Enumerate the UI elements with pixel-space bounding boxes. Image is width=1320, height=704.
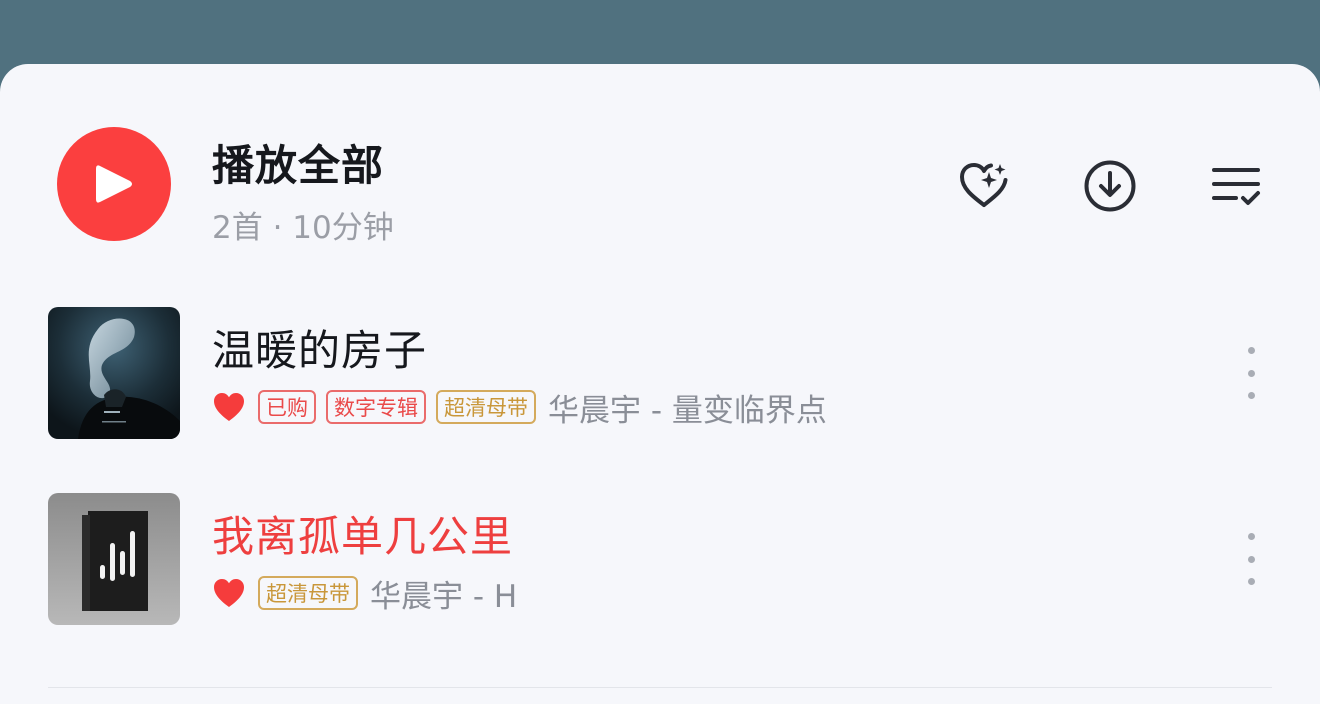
- purchased-badge: 已购: [258, 390, 316, 424]
- multi-select-button[interactable]: [1208, 158, 1264, 214]
- song-title: 温暖的房子: [212, 326, 428, 375]
- artist-album: 华晨宇 - 量变临界点: [548, 392, 827, 429]
- song-meta: 超清母带 华晨宇 - H: [212, 573, 518, 615]
- master-quality-badge: 超清母带: [258, 576, 358, 610]
- play-all-title[interactable]: 播放全部: [212, 132, 384, 193]
- song-title-playing: 我离孤单几公里: [212, 512, 514, 561]
- heart-icon[interactable]: [212, 391, 246, 423]
- album-cover: [48, 493, 180, 625]
- song-row[interactable]: 温暖的房子 已购 数字专辑 超清母带 华晨宇 - 量变临界点: [0, 307, 1320, 439]
- play-all-button[interactable]: [57, 127, 171, 241]
- more-vertical-icon[interactable]: [1232, 347, 1270, 399]
- collect-all-button[interactable]: [956, 158, 1012, 214]
- list-check-icon: [1212, 168, 1260, 205]
- song-list-sheet: 播放全部 2首 · 10分钟 温暖的房子 已购 数字专辑 超清母带 华晨宇 - …: [0, 64, 1320, 704]
- play-icon: [96, 165, 132, 203]
- download-icon: [1084, 160, 1136, 212]
- more-vertical-icon[interactable]: [1232, 533, 1270, 585]
- download-all-button[interactable]: [1082, 158, 1138, 214]
- artist-album: 华晨宇 - H: [370, 578, 518, 615]
- master-quality-badge: 超清母带: [436, 390, 536, 424]
- song-row[interactable]: 我离孤单几公里 超清母带 华晨宇 - H: [0, 493, 1320, 625]
- album-cover: [48, 307, 180, 439]
- song-count-duration: 2首 · 10分钟: [212, 210, 394, 246]
- song-meta: 已购 数字专辑 超清母带 华晨宇 - 量变临界点: [212, 387, 827, 429]
- heart-icon[interactable]: [212, 577, 246, 609]
- list-divider: [48, 687, 1272, 688]
- digital-album-badge: 数字专辑: [326, 390, 426, 424]
- heart-sparkle-icon: [960, 163, 1008, 207]
